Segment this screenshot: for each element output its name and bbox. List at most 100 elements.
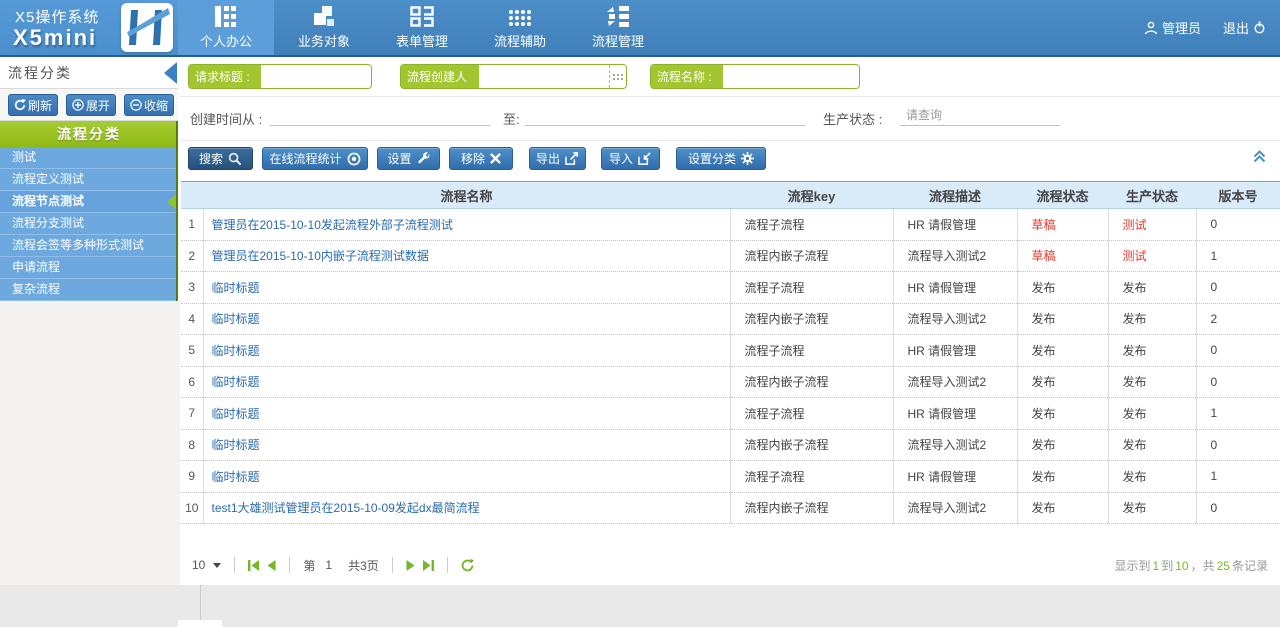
nav-tab-4[interactable]: 流程辅助 bbox=[472, 0, 568, 55]
logout-label: 退出 bbox=[1223, 18, 1249, 37]
row-number: 9 bbox=[181, 461, 203, 493]
process-name-link[interactable]: 临时标题 bbox=[212, 281, 260, 295]
table-row: 1管理员在2015-10-10发起流程外部子流程测试流程子流程HR 请假管理草稿… bbox=[181, 209, 1280, 241]
sidebar-item-6[interactable]: 申请流程 bbox=[0, 257, 178, 279]
divider bbox=[180, 140, 1280, 141]
sidebar-button-1[interactable]: 刷新 bbox=[8, 94, 58, 116]
toolbar-button-label: 设置分类 bbox=[688, 150, 736, 167]
nav-tab-3[interactable]: 表单管理 bbox=[374, 0, 470, 55]
process-key-cell: 流程内嵌子流程 bbox=[730, 492, 893, 524]
process-desc-cell: HR 请假管理 bbox=[893, 209, 1017, 241]
search-field-input-1[interactable] bbox=[261, 65, 371, 88]
sidebar-item-4[interactable]: 流程分支测试 bbox=[0, 213, 178, 235]
process-name-link[interactable]: 临时标题 bbox=[212, 407, 260, 421]
version-cell: 0 bbox=[1196, 492, 1280, 524]
sidebar-button-2[interactable]: 展开 bbox=[66, 94, 116, 116]
main-nav: 个人办公业务对象表单管理流程辅助流程管理 bbox=[178, 0, 668, 55]
process-status-cell: 发布 bbox=[1017, 272, 1108, 304]
toolbar-button-label: 导出 bbox=[536, 150, 560, 167]
process-table: 流程名称流程key流程描述流程状态生产状态版本号 1管理员在2015-10-10… bbox=[181, 181, 1280, 524]
search-field-input-2[interactable] bbox=[479, 65, 609, 88]
prod-status-cell: 发布 bbox=[1108, 492, 1196, 524]
minus-circle-icon bbox=[130, 99, 142, 111]
next-page-button[interactable] bbox=[402, 560, 419, 571]
process-desc-cell: HR 请假管理 bbox=[893, 398, 1017, 430]
page-number-input[interactable]: 1 bbox=[325, 558, 332, 572]
process-name-cell: 临时标题 bbox=[203, 272, 730, 304]
stacked-squares-icon bbox=[313, 5, 335, 27]
sidebar-button-label: 刷新 bbox=[28, 97, 52, 114]
summary-part: 1 bbox=[1153, 559, 1160, 573]
process-name-link[interactable]: 管理员在2015-10-10发起流程外部子流程测试 bbox=[212, 218, 453, 232]
toolbar-button-2[interactable]: 在线流程统计 bbox=[262, 147, 368, 170]
sidebar-item-label: 流程定义测试 bbox=[12, 172, 84, 186]
form-blocks-icon bbox=[410, 5, 434, 27]
process-name-link[interactable]: test1大雄测试管理员在2015-10-09发起dx最简流程 bbox=[212, 501, 480, 515]
column-header-1: 流程名称 bbox=[203, 182, 730, 209]
reload-button[interactable] bbox=[457, 559, 478, 572]
toolbar-button-1[interactable]: 搜索 bbox=[188, 147, 253, 170]
process-key-cell: 流程子流程 bbox=[730, 335, 893, 367]
process-status-cell: 发布 bbox=[1017, 335, 1108, 367]
version-cell: 2 bbox=[1196, 303, 1280, 335]
row-number: 8 bbox=[181, 429, 203, 461]
sidebar-item-2[interactable]: 流程定义测试 bbox=[0, 169, 178, 191]
nav-tab-2[interactable]: 业务对象 bbox=[276, 0, 372, 55]
search-field-input-3[interactable] bbox=[723, 65, 859, 88]
last-page-button[interactable] bbox=[419, 560, 438, 571]
nav-tab-label: 流程管理 bbox=[592, 31, 644, 50]
page-size-select[interactable]: 10 bbox=[188, 558, 225, 572]
sidebar-item-5[interactable]: 流程会签等多种形式测试 bbox=[0, 235, 178, 257]
toolbar-button-4[interactable]: 移除 bbox=[449, 147, 513, 170]
process-name-link[interactable]: 管理员在2015-10-10内嵌子流程测试数据 bbox=[212, 249, 429, 263]
process-name-link[interactable]: 临时标题 bbox=[212, 375, 260, 389]
process-key-cell: 流程子流程 bbox=[730, 461, 893, 493]
sidebar-item-3[interactable]: 流程节点测试 bbox=[0, 191, 178, 213]
process-key-cell: 流程子流程 bbox=[730, 272, 893, 304]
prod-status-cell: 测试 bbox=[1108, 240, 1196, 272]
summary-part: 到 bbox=[1161, 559, 1173, 573]
toolbar-button-6[interactable]: 导入 bbox=[601, 147, 660, 170]
version-cell: 1 bbox=[1196, 461, 1280, 493]
chevron-double-up-icon[interactable] bbox=[1252, 149, 1267, 163]
sidebar-item-label: 流程分支测试 bbox=[12, 216, 84, 230]
table-row: 2管理员在2015-10-10内嵌子流程测试数据流程内嵌子流程流程导入测试2草稿… bbox=[181, 240, 1280, 272]
table-row: 9临时标题流程子流程HR 请假管理发布发布1 bbox=[181, 461, 1280, 493]
process-name-link[interactable]: 临时标题 bbox=[212, 312, 260, 326]
export-icon bbox=[565, 152, 579, 165]
logout-button[interactable]: 退出 bbox=[1223, 18, 1266, 37]
sidebar-button-3[interactable]: 收缩 bbox=[124, 94, 174, 116]
toolbar-button-5[interactable]: 导出 bbox=[529, 147, 586, 170]
process-name-link[interactable]: 临时标题 bbox=[212, 344, 260, 358]
lookup-picker-button[interactable] bbox=[609, 65, 626, 88]
toolbar-button-3[interactable]: 设置 bbox=[377, 147, 440, 170]
sidebar-tree-title: 流程分类 bbox=[0, 121, 178, 147]
prev-page-button[interactable] bbox=[263, 560, 280, 571]
current-user[interactable]: 管理员 bbox=[1144, 18, 1201, 37]
sidebar-item-label: 申请流程 bbox=[12, 260, 60, 274]
main-content: 请求标题 :流程创建人流程名称 : 创建时间从 : 至: 生产状态 : 搜索在线… bbox=[180, 57, 1280, 585]
records-summary: 显示到1到10，共25条记录 bbox=[1115, 557, 1268, 574]
sidebar-item-1[interactable]: 测试 bbox=[0, 147, 178, 169]
date-to-input[interactable] bbox=[525, 105, 805, 126]
nav-tab-1[interactable]: 个人办公 bbox=[178, 0, 274, 55]
date-to-label: 至: bbox=[503, 109, 520, 128]
date-from-input[interactable] bbox=[270, 105, 490, 126]
prod-status-input[interactable] bbox=[900, 105, 1060, 126]
sidebar-toolbar: 刷新展开收缩 bbox=[0, 89, 178, 121]
table-row: 4临时标题流程内嵌子流程流程导入测试2发布发布2 bbox=[181, 303, 1280, 335]
process-name-cell: 管理员在2015-10-10内嵌子流程测试数据 bbox=[203, 240, 730, 272]
process-status-cell: 发布 bbox=[1017, 366, 1108, 398]
date-from-label: 创建时间从 : bbox=[190, 109, 262, 128]
first-page-button[interactable] bbox=[244, 560, 263, 571]
process-key-cell: 流程子流程 bbox=[730, 209, 893, 241]
process-name-link[interactable]: 临时标题 bbox=[212, 438, 260, 452]
sidebar-item-7[interactable]: 复杂流程 bbox=[0, 279, 178, 301]
nav-tab-5[interactable]: 流程管理 bbox=[570, 0, 666, 55]
process-name-link[interactable]: 临时标题 bbox=[212, 470, 260, 484]
toolbar-button-7[interactable]: 设置分类 bbox=[676, 147, 766, 170]
summary-part: 25 bbox=[1217, 559, 1230, 573]
sidebar-collapse-arrow[interactable] bbox=[164, 62, 177, 84]
search-field-group-1: 请求标题 : bbox=[188, 64, 372, 89]
process-desc-cell: 流程导入测试2 bbox=[893, 240, 1017, 272]
